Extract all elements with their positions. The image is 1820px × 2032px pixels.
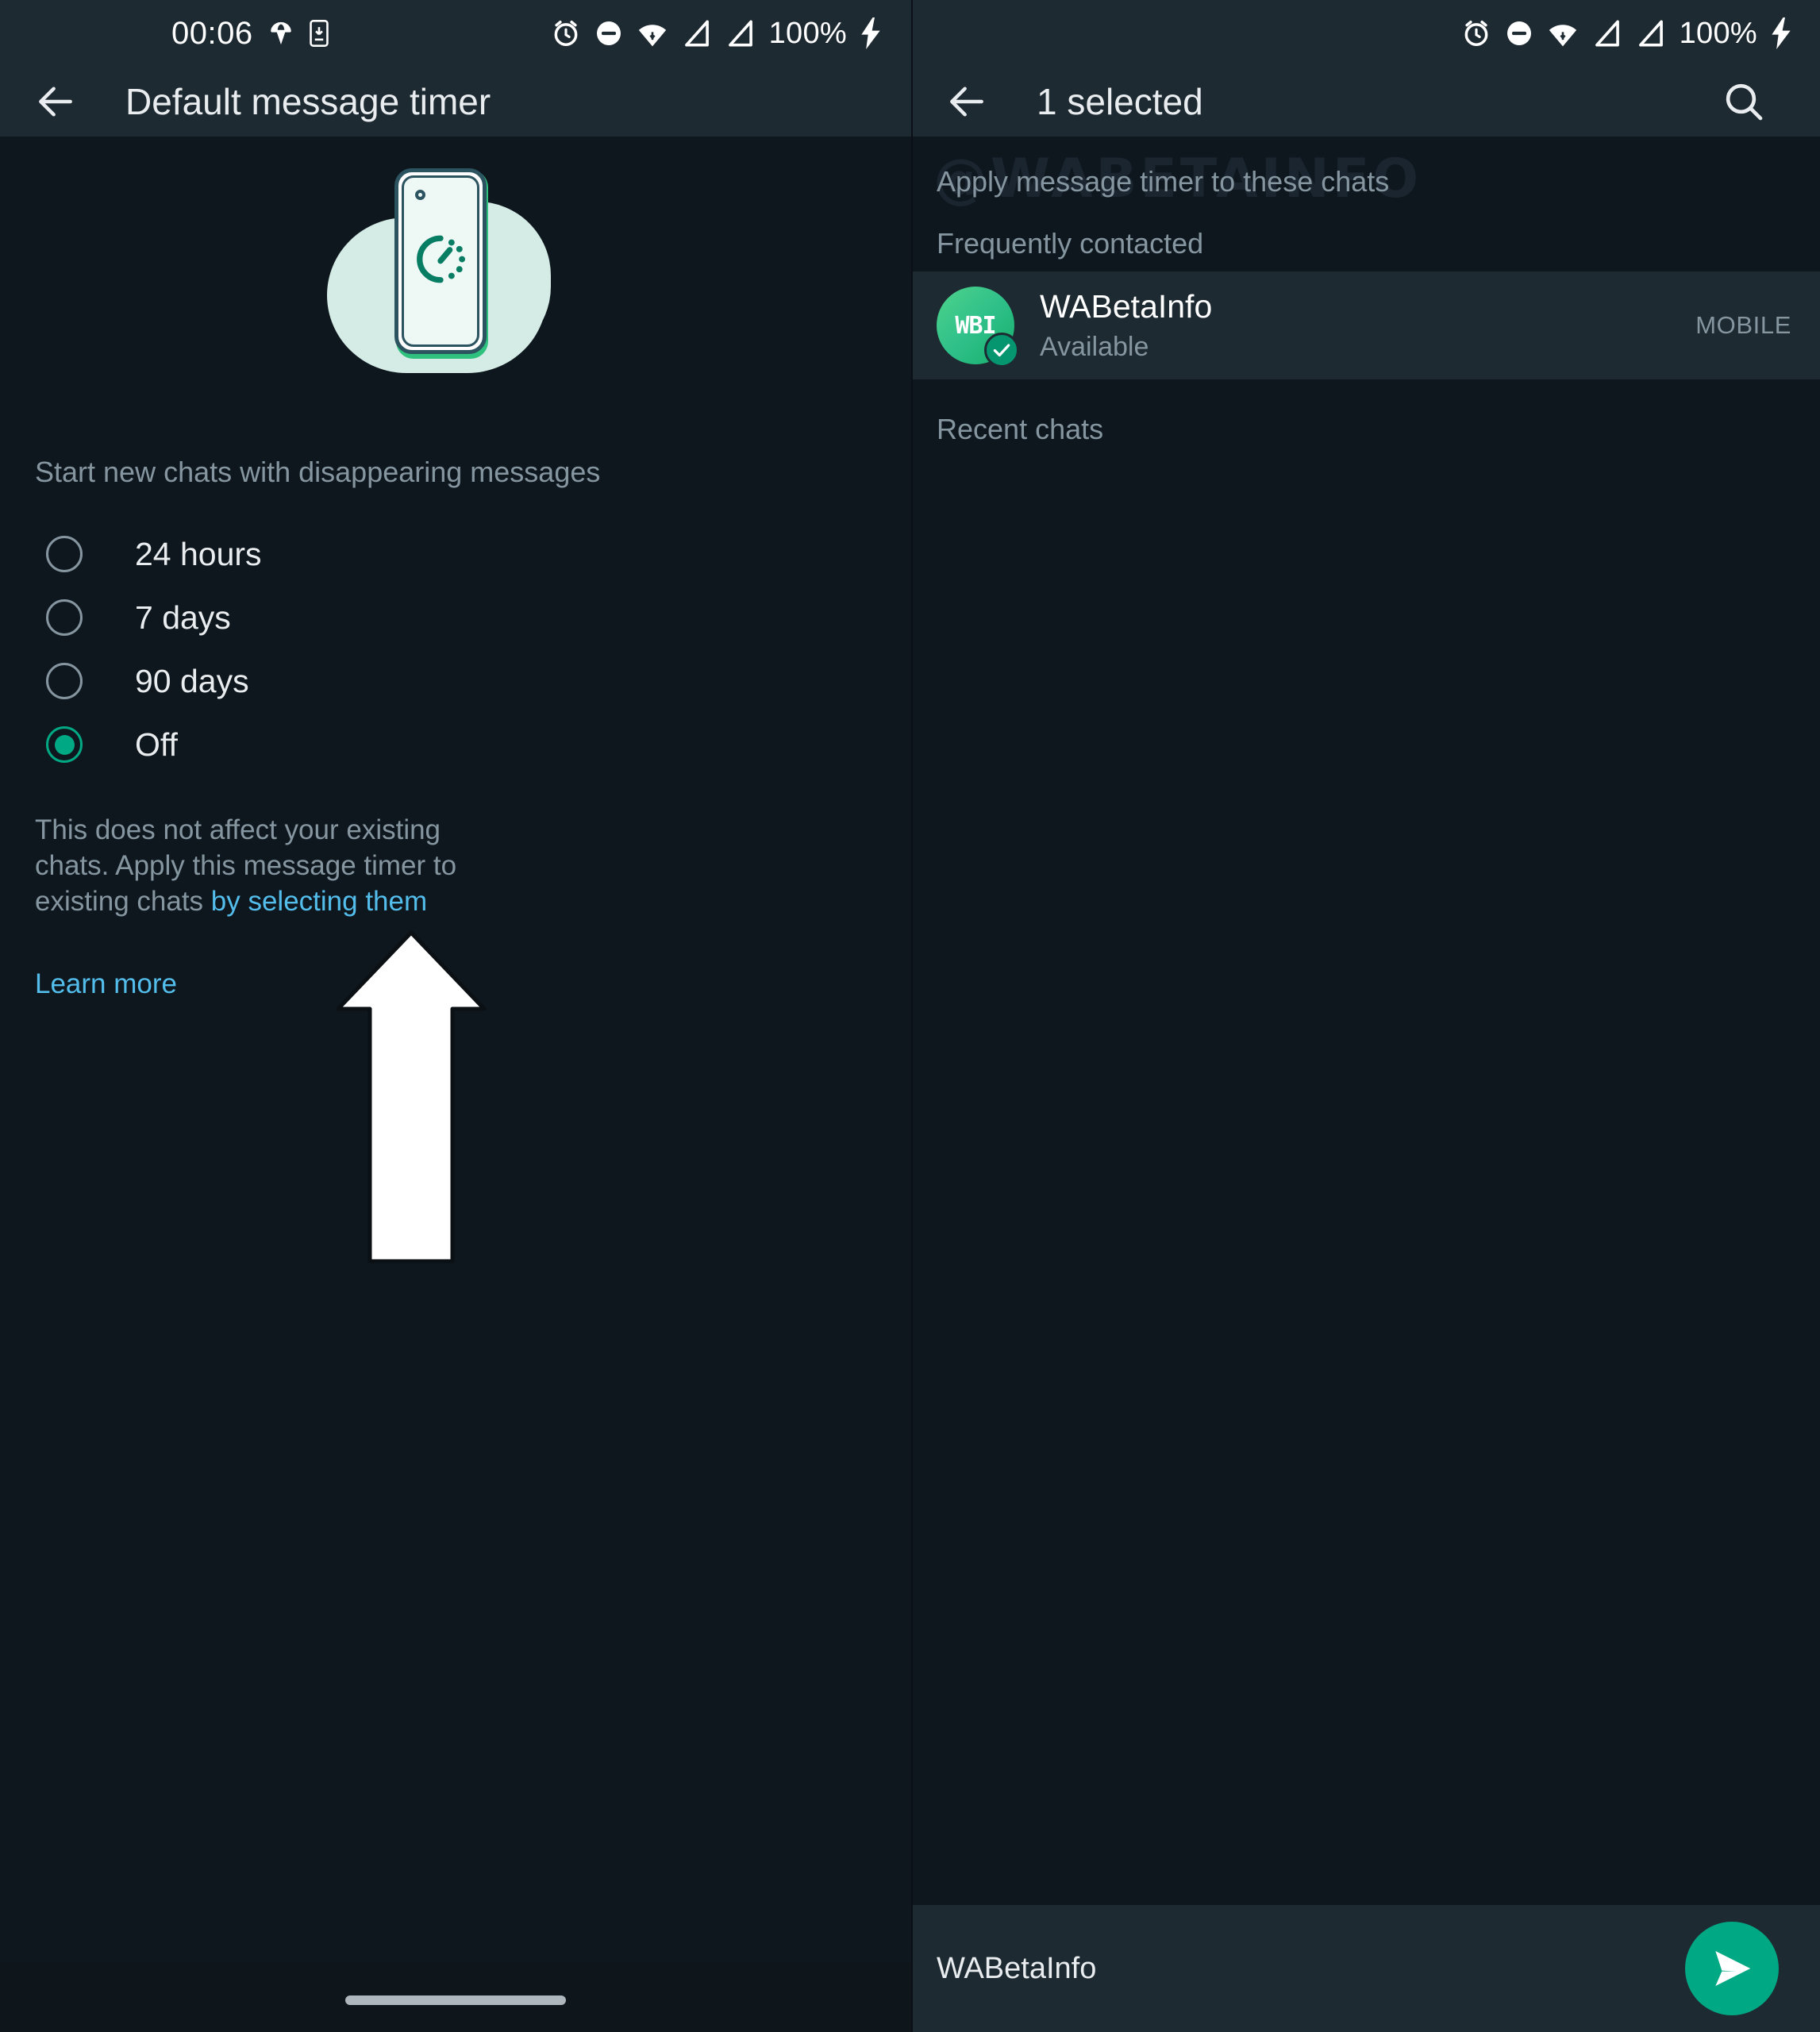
left-content: Start new chats with disappearing messag… — [0, 168, 911, 2032]
signal-2-icon — [1636, 19, 1666, 48]
contact-name: WABetaInfo — [1040, 288, 1213, 325]
left-phone-panel: 00:06 100% Default message timer Start n… — [0, 0, 911, 2032]
right-phone-panel: 100% 1 selected @WABETAINFO Apply messag… — [911, 0, 1820, 2032]
status-bar-right-group: 100% — [1461, 17, 1791, 51]
option-label: 7 days — [135, 598, 231, 636]
signal-2-icon — [725, 19, 756, 48]
battery-percentage: 100% — [768, 16, 847, 50]
battery-percentage: 100% — [1679, 16, 1757, 50]
option-label: 24 hours — [135, 535, 262, 572]
up-arrow-annotation — [332, 926, 491, 1272]
radio-7-days[interactable] — [46, 599, 83, 636]
right-content: @WABETAINFO Apply message timer to these… — [911, 137, 1820, 2032]
wifi-icon — [637, 19, 668, 48]
disappearing-messages-illustration — [0, 168, 911, 406]
option-row-7-days[interactable]: 7 days — [0, 586, 911, 649]
signal-1-icon — [682, 19, 712, 48]
alarm-icon — [1461, 18, 1491, 48]
back-arrow-icon — [945, 79, 989, 124]
parachute-icon — [267, 20, 294, 47]
phone-screen — [402, 175, 479, 347]
apply-timer-header: Apply message timer to these chats — [937, 165, 1390, 198]
panel-divider — [911, 0, 913, 2032]
status-bar-right-group: 100% — [551, 17, 881, 51]
phone-camera-dot — [415, 190, 425, 200]
do-not-disturb-icon — [594, 19, 623, 48]
select-chats-link[interactable]: by selecting them — [211, 886, 427, 917]
phone-frame — [394, 168, 487, 354]
send-button[interactable] — [1685, 1922, 1779, 2015]
left-app-bar: Default message timer — [0, 67, 911, 137]
status-bar-left-group: 00:06 — [0, 16, 329, 52]
selection-bottom-bar: WABetaInfo — [911, 1905, 1820, 2032]
option-row-24-hours[interactable]: 24 hours — [0, 522, 911, 586]
check-icon — [991, 340, 1012, 360]
screenshot-root: 00:06 100% Default message timer Start n… — [0, 0, 1820, 2032]
do-not-disturb-icon — [1505, 19, 1533, 48]
radio-off[interactable] — [46, 726, 83, 763]
send-icon — [1707, 1944, 1757, 1993]
section-label: Start new chats with disappearing messag… — [35, 456, 601, 488]
exit-selection-button[interactable] — [943, 78, 991, 125]
signal-1-icon — [1592, 19, 1622, 48]
status-clock: 00:06 — [171, 15, 253, 51]
selected-check-badge — [984, 333, 1019, 368]
avatar-initials: WBI — [955, 311, 996, 340]
left-status-bar: 00:06 100% — [0, 0, 911, 67]
alarm-icon — [551, 18, 581, 48]
right-status-bar: 100% — [911, 0, 1820, 67]
recent-chats-label: Recent chats — [937, 413, 1104, 445]
avatar: WBI — [937, 287, 1019, 368]
radio-90-days[interactable] — [46, 663, 83, 699]
timer-options-list: 24 hours 7 days 90 days Off — [0, 522, 911, 776]
page-title: Default message timer — [125, 81, 491, 122]
option-row-off[interactable]: Off — [0, 713, 911, 776]
left-nav-bar — [0, 1962, 911, 2032]
learn-more-link[interactable]: Learn more — [35, 968, 177, 1000]
contact-status: Available — [1040, 332, 1149, 362]
search-icon — [1722, 79, 1766, 124]
search-button[interactable] — [1720, 78, 1768, 125]
option-row-90-days[interactable]: 90 days — [0, 649, 911, 713]
back-arrow-icon — [33, 79, 78, 124]
charging-bolt-icon — [1771, 17, 1791, 49]
option-label: Off — [135, 725, 178, 763]
selected-names: WABetaInfo — [937, 1951, 1097, 1985]
home-gesture-handle[interactable] — [345, 1995, 566, 2005]
contact-row-wabetainfo[interactable]: WBI WABetaInfo Available MOBILE — [911, 271, 1820, 379]
back-button[interactable] — [32, 78, 79, 125]
radio-24-hours[interactable] — [46, 536, 83, 572]
description-text: This does not affect your existing chats… — [0, 813, 492, 919]
right-app-bar: 1 selected — [911, 67, 1820, 137]
contact-text-block: WABetaInfo Available — [1040, 288, 1695, 363]
wifi-icon — [1547, 19, 1579, 48]
phone-download-icon — [309, 20, 329, 47]
timer-dashed-icon — [413, 232, 468, 291]
contact-phone-type: MOBILE — [1695, 311, 1791, 339]
selection-count-title: 1 selected — [1037, 81, 1203, 122]
charging-bolt-icon — [860, 17, 881, 49]
option-label: 90 days — [135, 662, 249, 699]
